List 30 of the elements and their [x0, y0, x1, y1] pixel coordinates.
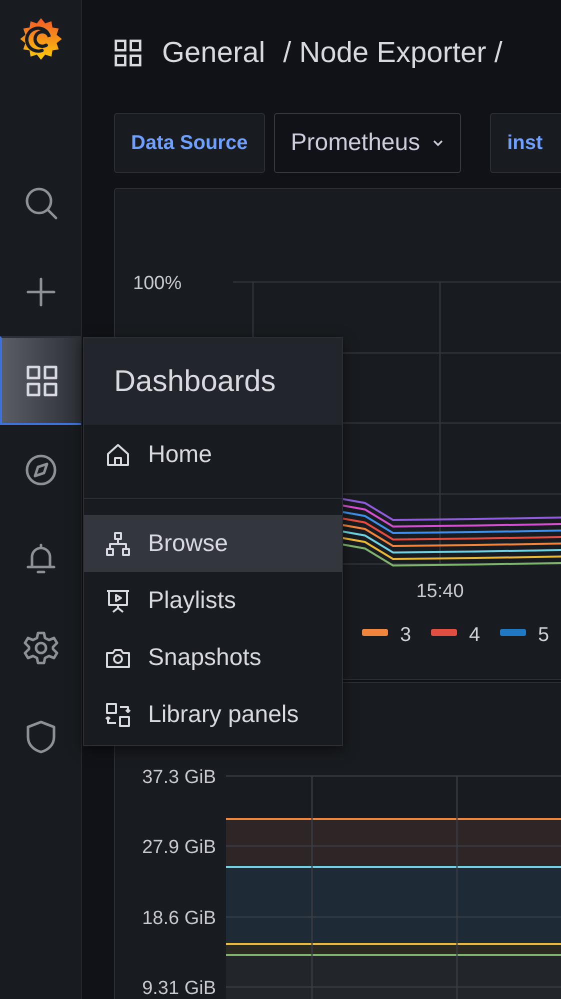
menu-item[interactable]: Snapshots: [84, 629, 342, 686]
datasource-select[interactable]: Prometheus: [274, 113, 462, 173]
menu-item[interactable]: Home: [84, 425, 342, 485]
x-axis-label: 15:40: [416, 581, 464, 602]
menu-item[interactable]: Library panels: [84, 686, 342, 743]
home-icon: [104, 441, 132, 469]
breadcrumb-link[interactable]: General: [162, 36, 266, 70]
nav-item[interactable]: [0, 336, 81, 425]
legend-label[interactable]: 4: [469, 624, 480, 646]
menu-item[interactable]: Browse: [84, 515, 342, 572]
swap-panels-icon: [104, 700, 132, 728]
compass-icon: [22, 452, 58, 488]
grid-icon: [114, 39, 142, 67]
settings-icon: [22, 630, 58, 666]
menu-title[interactable]: Dashboards: [84, 338, 342, 425]
caret-icon: [432, 139, 444, 147]
y-axis-label: 100%: [133, 273, 182, 294]
breadcrumb-link[interactable]: / Node Exporter /: [283, 36, 502, 70]
y-axis-label: 9.31 GiB: [142, 978, 216, 999]
search-icon: [22, 184, 58, 220]
variable-label: inst: [490, 113, 561, 173]
grid-icon: [24, 362, 60, 398]
hierarchy-icon: [104, 530, 132, 558]
y-axis-label: 18.6 GiB: [142, 908, 216, 929]
menu-item[interactable]: Playlists: [84, 572, 342, 629]
y-axis-label: 27.9 GiB: [142, 837, 216, 858]
y-axis-label: 37.3 GiB: [142, 767, 216, 788]
legend-label[interactable]: 5: [538, 624, 550, 646]
legend-label[interactable]: 3: [400, 624, 412, 646]
variable-label: Data Source: [114, 113, 265, 173]
